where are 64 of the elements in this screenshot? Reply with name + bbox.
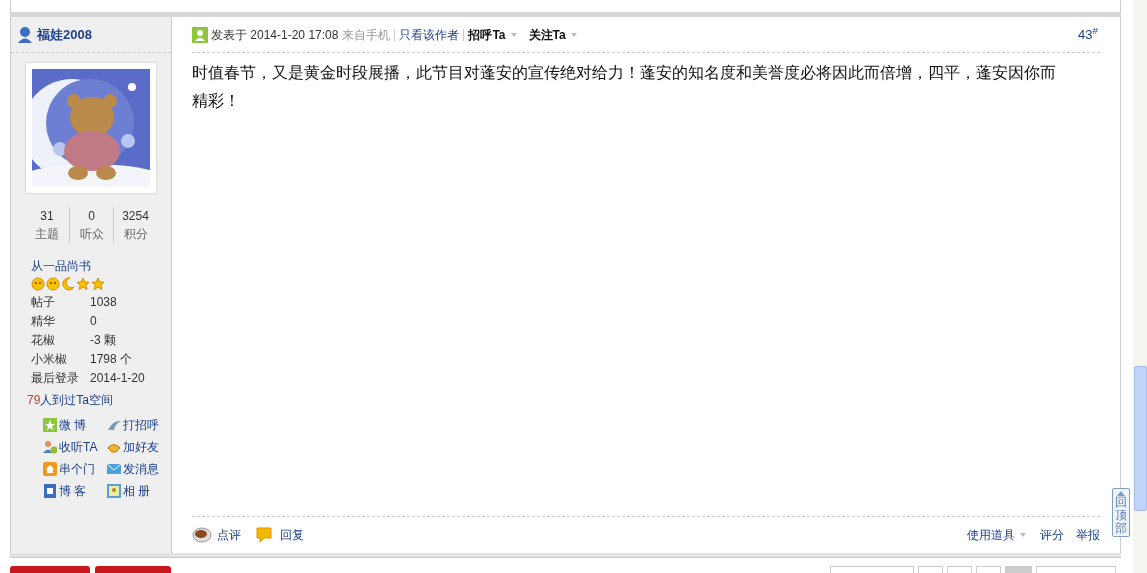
scrollbar[interactable] [1133,0,1147,573]
up-arrow-icon [1117,491,1125,496]
greet-menu[interactable]: 招呼Ta [468,25,519,44]
caret-icon [568,31,579,38]
detail-value: -3 颗 [90,332,116,349]
page-box[interactable] [918,566,943,573]
sun-icon [31,277,45,291]
rank-title[interactable]: 从一品尚书 [31,257,171,275]
visits-link[interactable]: 79人到过Ta空间 [27,391,171,409]
sun-icon [46,277,60,291]
page-box[interactable] [1005,566,1032,573]
detail-label: 精华 [31,313,56,330]
post-time: 发表于 2014-1-20 17:08 [211,26,339,44]
stat-value: 3254 [122,208,149,225]
detail-value: 0 [90,313,97,330]
back-to-top-button[interactable]: 回顶部 [1112,488,1130,537]
page-box[interactable] [947,566,972,573]
comment-icon [192,526,212,544]
detail-label: 花椒 [31,332,56,349]
page-box[interactable] [1036,566,1116,573]
post-body: 时值春节，又是黄金时段展播，此节目对蓬安的宣传绝对给力！蓬安的知名度和美誉度必将因此而倍增，四平，蓬安因你而精彩！ [192,63,1057,111]
stat-label: 主题 [35,226,59,243]
page-box[interactable] [830,566,914,573]
post-source: 来自手机 [342,26,391,44]
album-icon [107,484,121,498]
home-icon [43,462,57,476]
action-link[interactable]: 加好友 [107,439,171,455]
detail-value: 2014-1-20 [90,370,145,387]
scrollbar-thumb[interactable] [1134,366,1147,511]
action-link[interactable]: 发消息 [107,461,171,477]
stat-label: 听众 [79,226,104,243]
moon-icon [61,277,75,291]
author-only-link[interactable]: 只看该作者 [399,25,460,44]
stat-value: 31 [40,208,54,225]
follow-menu[interactable]: 关注Ta [528,25,579,44]
footer-link[interactable]: 使用道具 [967,526,1028,544]
detail-label: 最后登录 [31,370,80,387]
action-link[interactable]: 微 博 [43,417,107,433]
caret-icon [508,31,519,38]
action-link[interactable]: 串个门 [43,461,107,477]
detail-label: 小米椒 [31,351,68,368]
author-name[interactable]: 福娃2008 [37,24,92,45]
user-icon [192,26,208,43]
stat-value: 0 [88,208,95,225]
detail-value: 1798 个 [90,351,133,368]
user-icon [17,26,33,43]
star-icon [76,277,90,291]
detail-value: 1038 [90,294,117,311]
reply-icon [255,526,275,544]
mail-icon [107,462,121,476]
reply-link[interactable]: 回复 [255,526,304,544]
action-link[interactable]: 打招呼 [107,417,171,433]
stat-label: 积分 [123,226,148,243]
page-box[interactable] [976,566,1001,573]
action-link[interactable]: 博 客 [43,483,107,499]
action-link[interactable]: 相 册 [107,483,171,499]
caret-icon [1018,532,1028,538]
footer-link[interactable]: 举报 [1076,526,1100,544]
footer-link[interactable]: 评分 [1040,526,1064,544]
action-link[interactable]: 收听TA [43,439,107,455]
star-icon [91,277,105,291]
floor-number[interactable]: 43$^{#}$ [1078,24,1098,45]
comment-link[interactable]: 点评 [192,526,241,544]
detail-label: 帖子 [31,294,56,311]
